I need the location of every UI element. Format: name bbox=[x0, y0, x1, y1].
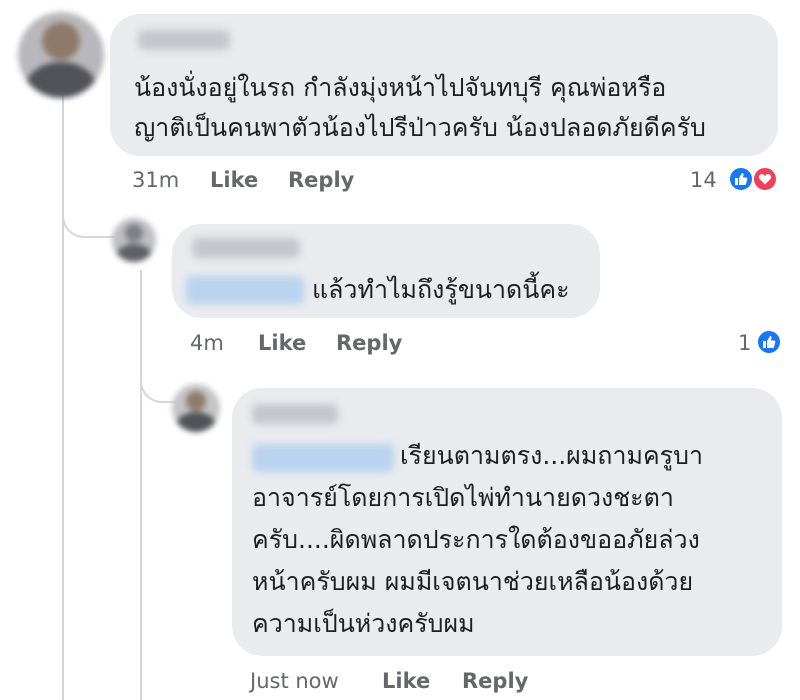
comment-timestamp[interactable]: 31m bbox=[132, 168, 179, 192]
reaction-count[interactable]: 14 bbox=[690, 168, 717, 192]
comment-text-line: หน้าครับผม ผมมีเจตนาช่วยเหลือน้องด้วย bbox=[252, 567, 694, 596]
avatar[interactable] bbox=[112, 218, 156, 262]
reply-button[interactable]: Reply bbox=[288, 168, 354, 192]
reply-button[interactable]: Reply bbox=[462, 669, 528, 693]
like-icon bbox=[728, 166, 754, 192]
comment-timestamp[interactable]: Just now bbox=[250, 669, 339, 693]
like-icon bbox=[756, 329, 782, 355]
reaction-count[interactable]: 1 bbox=[738, 331, 751, 355]
like-button[interactable]: Like bbox=[210, 168, 258, 192]
thread-curve-reply-2 bbox=[140, 355, 176, 403]
mentioned-user-tag[interactable] bbox=[252, 444, 394, 472]
like-button[interactable]: Like bbox=[258, 331, 306, 355]
comment-timestamp[interactable]: 4m bbox=[190, 331, 224, 355]
comment-text-line: ครับ....ผิดพลาดประการใดต้องขออภัยล่วง bbox=[252, 525, 700, 554]
comment-text-line: ญาติเป็นคนพาตัวน้องไปรีป่าวครับ น้องปลอด… bbox=[134, 113, 706, 142]
avatar[interactable] bbox=[172, 384, 220, 432]
thread-line-main bbox=[62, 95, 64, 700]
comment-text-line: อาจารย์โดยการเปิดไพ่ทำนายดวงชะตา bbox=[252, 483, 674, 512]
commenter-name[interactable] bbox=[138, 30, 230, 50]
reply-button[interactable]: Reply bbox=[336, 331, 402, 355]
comment-text-line: น้องนั่งอยู่ในรถ กำลังมุ่งหน้าไปจันทบุรี… bbox=[134, 73, 667, 102]
comment-bubble: แล้วทำไมถึงรู้ขนาดนี้คะ bbox=[172, 224, 600, 318]
like-button[interactable]: Like bbox=[382, 669, 430, 693]
commenter-name[interactable] bbox=[192, 238, 300, 258]
commenter-name[interactable] bbox=[252, 404, 338, 424]
comment-text-line: เรียนตามตรง...ผมถามครูบา bbox=[400, 441, 704, 470]
comment-bubble: น้องนั่งอยู่ในรถ กำลังมุ่งหน้าไปจันทบุรี… bbox=[110, 14, 778, 156]
comment-bubble: เรียนตามตรง...ผมถามครูบา อาจารย์โดยการเป… bbox=[232, 388, 782, 656]
thread-line-reply bbox=[140, 270, 142, 700]
mentioned-user-tag[interactable] bbox=[186, 276, 304, 304]
love-icon bbox=[752, 166, 778, 192]
thread-curve-reply-1 bbox=[62, 190, 120, 238]
comment-text-line: แล้วทำไมถึงรู้ขนาดนี้คะ bbox=[312, 275, 570, 304]
avatar[interactable] bbox=[18, 12, 104, 98]
comment-text-line: ความเป็นห่วงครับผม bbox=[252, 609, 475, 638]
